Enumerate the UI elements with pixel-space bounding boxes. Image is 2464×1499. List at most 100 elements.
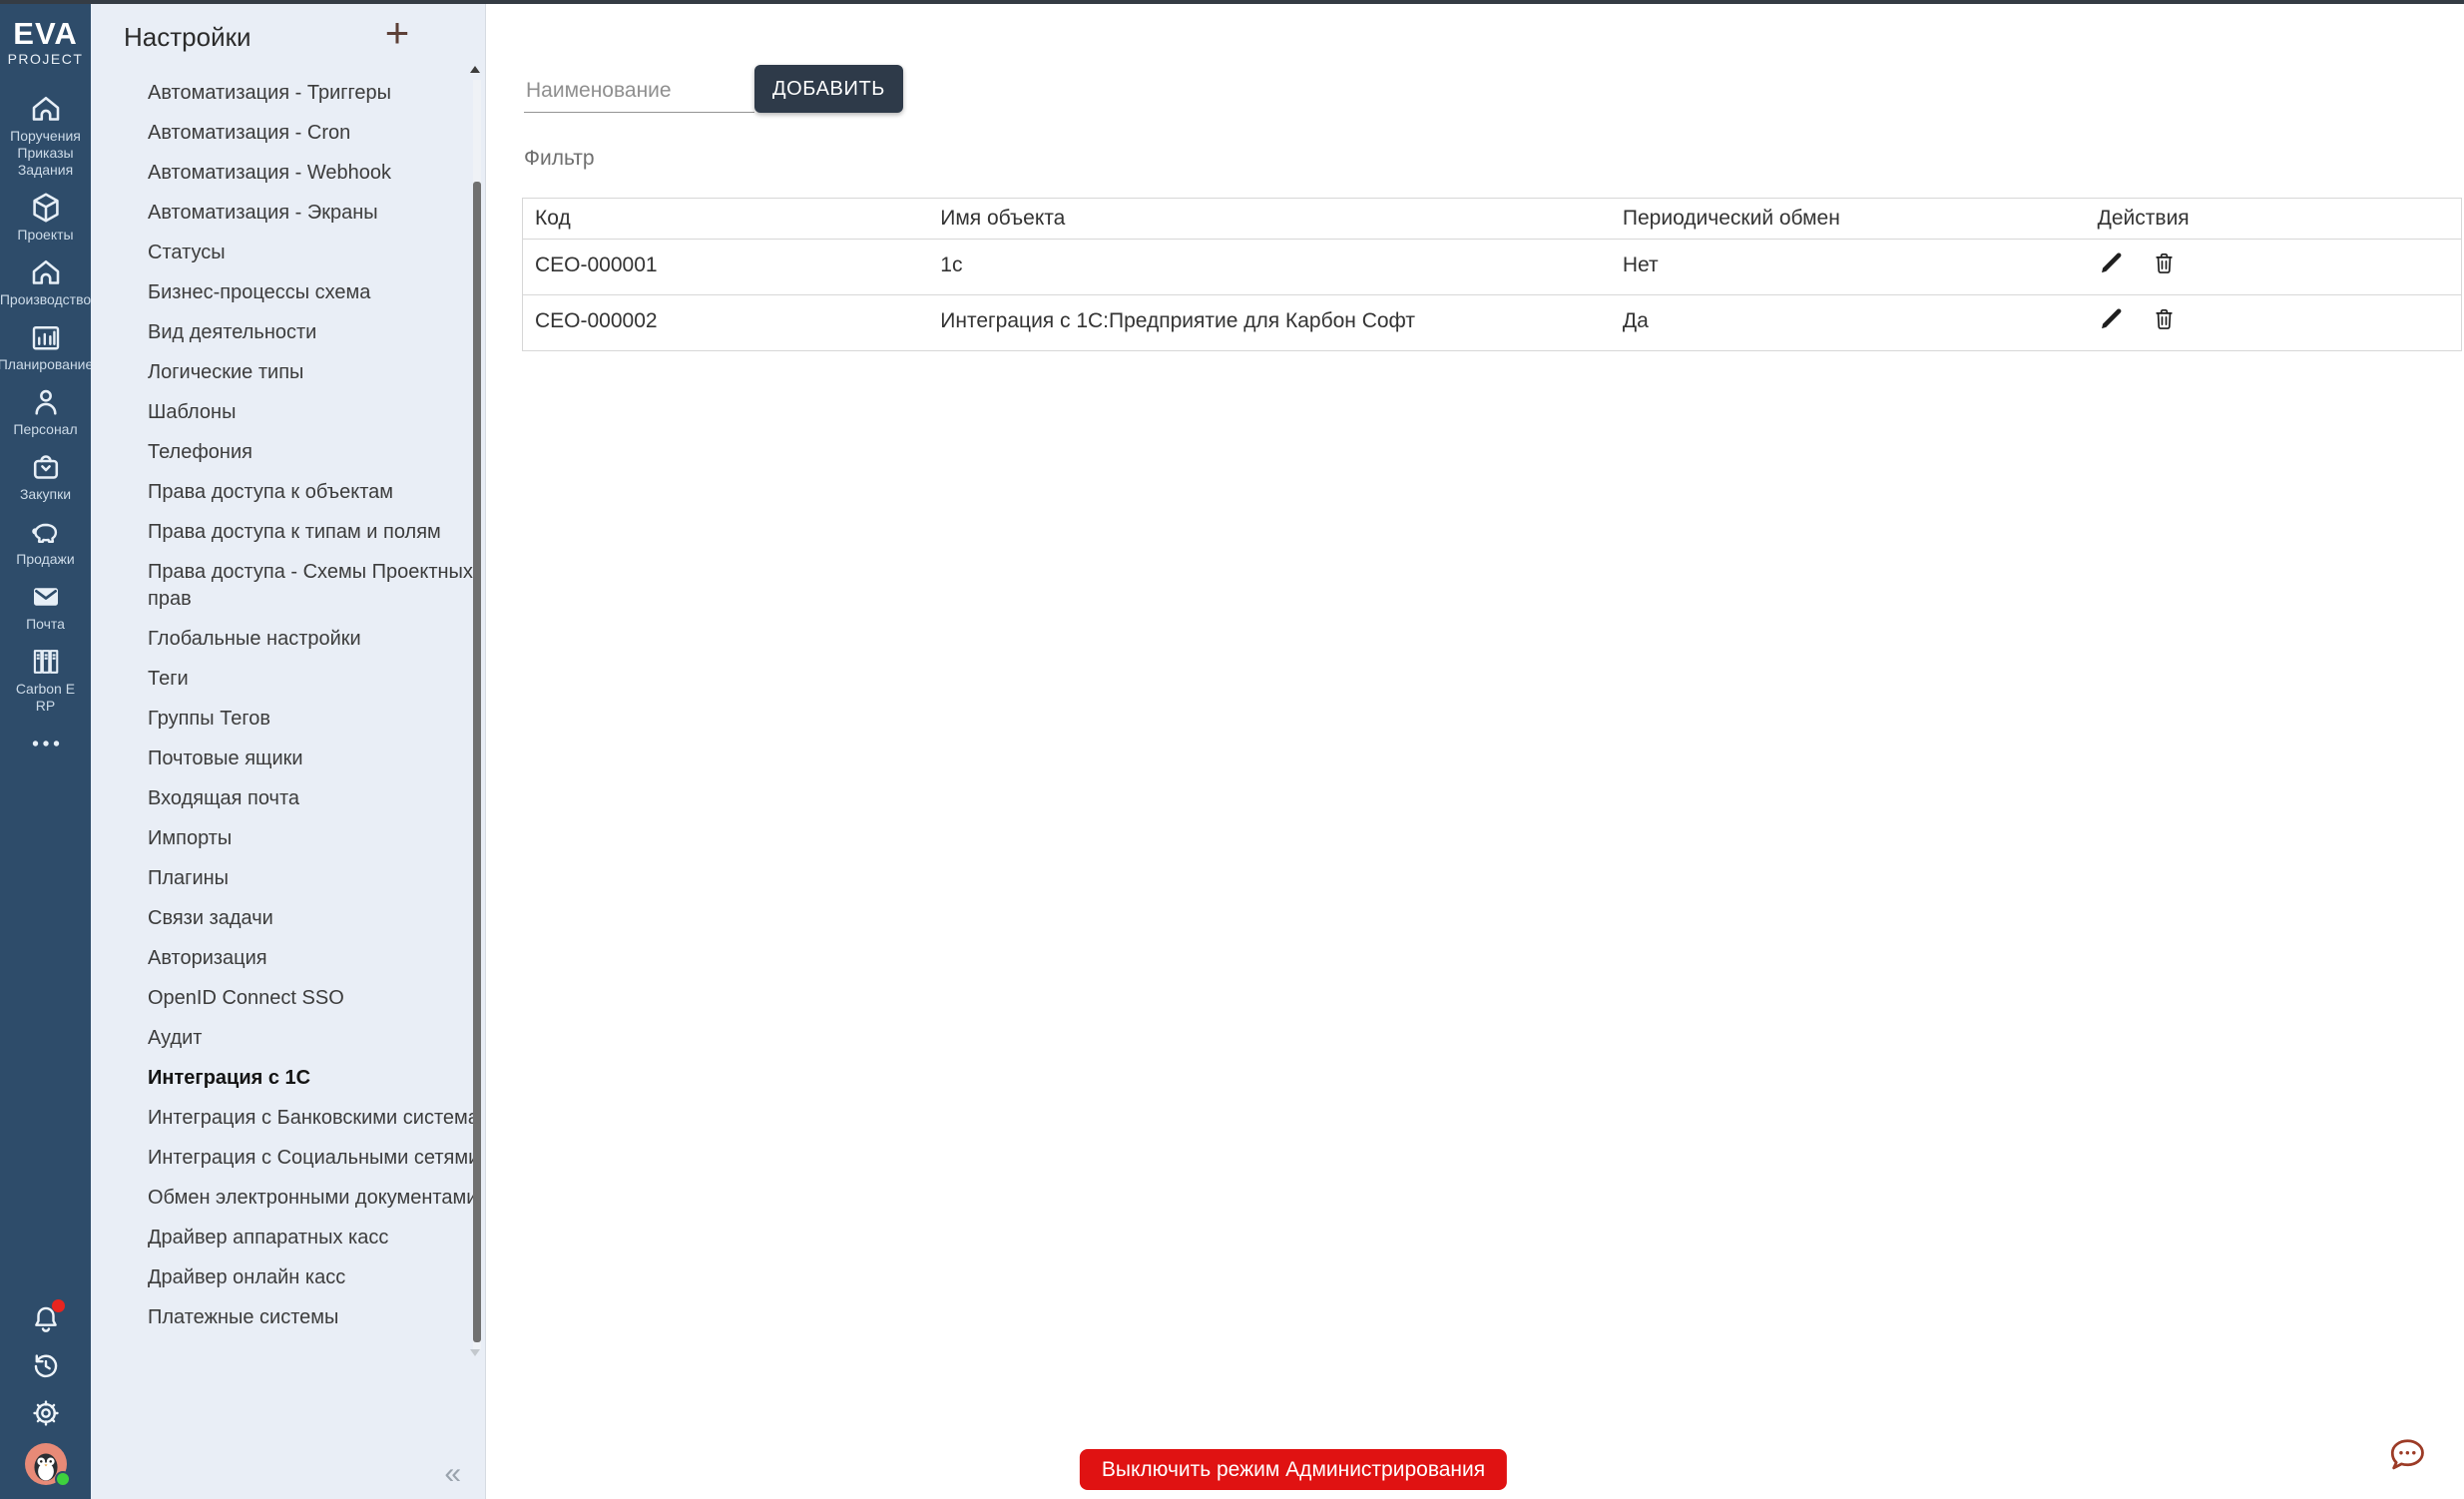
rail-item-tasks[interactable]: Поручения Приказы Задания xyxy=(10,91,81,179)
cell-object_name: 1с xyxy=(928,240,1611,295)
delete-button[interactable] xyxy=(2151,250,2178,276)
toolbar: ДОБАВИТЬ xyxy=(524,65,903,113)
rail-nav: Поручения Приказы Задания Проекты Производ… xyxy=(0,91,93,761)
rail-item-carbon-erp[interactable]: Carbon E RP xyxy=(16,644,75,715)
column-header: Имя объекта xyxy=(928,199,1611,240)
add-button[interactable]: ДОБАВИТЬ xyxy=(754,65,903,113)
column-header: Действия xyxy=(2086,199,2462,240)
app-logo: EVA PROJECT xyxy=(8,18,84,67)
settings-sidebar: Настройки + Автоматизация - ТриггерыАвто… xyxy=(91,0,486,1499)
sidebar-item[interactable]: Права доступа к типам и полям xyxy=(148,513,473,553)
sidebar-item[interactable]: Автоматизация - Webhook xyxy=(148,154,473,194)
sidebar-item[interactable]: Группы Тегов xyxy=(148,700,473,740)
sidebar-item[interactable]: Статусы xyxy=(148,234,473,273)
sidebar-item[interactable]: Теги xyxy=(148,660,473,700)
table-row: CEO-000002Интеграция с 1С:Предприятие дл… xyxy=(523,295,2462,351)
sidebar-item-active[interactable]: Интеграция с 1С xyxy=(148,1059,473,1099)
dots-icon xyxy=(28,726,64,761)
table-row: CEO-0000011сНет xyxy=(523,240,2462,295)
rail-item-staff[interactable]: Персонал xyxy=(13,384,77,438)
table-header-row: КодИмя объектаПериодический обменДействи… xyxy=(523,199,2462,240)
settings-menu: Автоматизация - ТриггерыАвтоматизация - … xyxy=(91,74,473,1359)
history-button[interactable] xyxy=(29,1349,63,1383)
sidebar-item[interactable]: Интеграция с Банковскими системами xyxy=(148,1099,473,1139)
rail-item-purchases[interactable]: Закупки xyxy=(20,449,71,503)
history-icon xyxy=(29,1349,63,1383)
rail-item-mail[interactable]: Почта xyxy=(26,579,65,633)
rail-item-production[interactable]: Производство xyxy=(0,254,91,308)
app: EVA PROJECT Поручения Приказы Задания Про… xyxy=(0,0,2464,1499)
cell-code: CEO-000002 xyxy=(523,295,929,351)
add-settings-item-button[interactable]: + xyxy=(374,10,420,56)
sidebar-item[interactable]: Авторизация xyxy=(148,939,473,979)
cell-periodic_exchange: Да xyxy=(1611,295,2086,351)
name-field xyxy=(524,75,754,113)
person-icon xyxy=(28,384,64,420)
column-header: Периодический обмен xyxy=(1611,199,2086,240)
notification-badge xyxy=(52,1299,65,1312)
sidebar-title: Настройки xyxy=(124,22,251,53)
sidebar-item[interactable]: Обмен электронными документами xyxy=(148,1179,473,1219)
sidebar-item[interactable]: Плагины xyxy=(148,859,473,899)
disable-admin-mode-button[interactable]: Выключить режим Администрирования xyxy=(1080,1449,1507,1490)
sidebar-item[interactable]: Драйвер онлайн касс xyxy=(148,1258,473,1298)
logo-subtitle: PROJECT xyxy=(8,51,84,67)
sidebar-item[interactable]: Бизнес-процессы схема xyxy=(148,273,473,313)
sidebar-item[interactable]: Почтовые ящики xyxy=(148,740,473,779)
pencil-icon xyxy=(2098,305,2125,332)
collapse-sidebar-button[interactable]: « xyxy=(444,1457,461,1491)
top-strip xyxy=(0,0,2464,4)
cell-object_name: Интеграция с 1С:Предприятие для Карбон С… xyxy=(928,295,1611,351)
edit-button[interactable] xyxy=(2098,305,2125,332)
settings-button[interactable] xyxy=(29,1396,63,1430)
rail-item-label: Проекты xyxy=(17,227,73,244)
sidebar-item[interactable]: Импорты xyxy=(148,819,473,859)
sidebar-item[interactable]: Интеграция с Социальными сетями xyxy=(148,1139,473,1179)
rail-item-label: Carbon E RP xyxy=(16,681,75,715)
home-icon xyxy=(28,254,64,290)
sidebar-item[interactable]: Вид деятельности xyxy=(148,313,473,353)
cabinet-icon xyxy=(28,644,64,680)
cell-actions xyxy=(2086,295,2462,351)
online-status-dot xyxy=(55,1471,71,1487)
sidebar-item[interactable]: Связи задачи xyxy=(148,899,473,939)
chart-icon xyxy=(28,319,64,355)
sidebar-item[interactable]: Автоматизация - Экраны xyxy=(148,194,473,234)
home-icon xyxy=(28,91,64,127)
sidebar-item[interactable]: Драйвер аппаратных касс xyxy=(148,1219,473,1258)
chat-button[interactable] xyxy=(2382,1434,2430,1478)
sidebar-item[interactable]: Глобальные настройки xyxy=(148,620,473,660)
sidebar-item[interactable]: Телефония xyxy=(148,433,473,473)
rail-item-label: Поручения Приказы Задания xyxy=(10,128,81,179)
profile-button[interactable] xyxy=(25,1443,67,1485)
rail-bottom xyxy=(25,1302,67,1485)
sidebar-item[interactable]: Платежные системы xyxy=(148,1298,473,1338)
chat-bubble-icon xyxy=(2382,1434,2430,1478)
rail-item-projects[interactable]: Проекты xyxy=(17,190,73,244)
gear-icon xyxy=(29,1396,63,1430)
rail-item-more[interactable] xyxy=(28,726,64,761)
sidebar-item[interactable]: OpenID Connect SSO xyxy=(148,979,473,1019)
scrollbar-down-arrow[interactable] xyxy=(470,1349,480,1356)
sidebar-item[interactable]: Автоматизация - Cron xyxy=(148,114,473,154)
scrollbar-up-arrow[interactable] xyxy=(470,66,480,73)
sidebar-item[interactable]: Входящая почта xyxy=(148,779,473,819)
sidebar-item[interactable]: Автоматизация - Триггеры xyxy=(148,74,473,114)
notifications-button[interactable] xyxy=(29,1302,63,1336)
sidebar-item[interactable]: Права доступа к объектам xyxy=(148,473,473,513)
rail-item-sales[interactable]: Продажи xyxy=(16,514,74,568)
cell-periodic_exchange: Нет xyxy=(1611,240,2086,295)
name-input[interactable] xyxy=(524,75,754,113)
rail-item-planning[interactable]: Планирование xyxy=(0,319,93,373)
cell-code: CEO-000001 xyxy=(523,240,929,295)
rail-item-label: Персонал xyxy=(13,421,77,438)
sidebar-item[interactable]: Шаблоны xyxy=(148,393,473,433)
main-content: ДОБАВИТЬ Фильтр КодИмя объектаПериодичес… xyxy=(486,0,2464,1499)
sidebar-item[interactable]: Аудит xyxy=(148,1019,473,1059)
scrollbar-thumb[interactable] xyxy=(473,182,481,1342)
delete-button[interactable] xyxy=(2151,305,2178,332)
sidebar-item[interactable]: Права доступа - Схемы Проектных прав xyxy=(148,553,473,620)
sidebar-item[interactable]: Логические типы xyxy=(148,353,473,393)
trash-icon xyxy=(2151,250,2178,276)
edit-button[interactable] xyxy=(2098,250,2125,276)
